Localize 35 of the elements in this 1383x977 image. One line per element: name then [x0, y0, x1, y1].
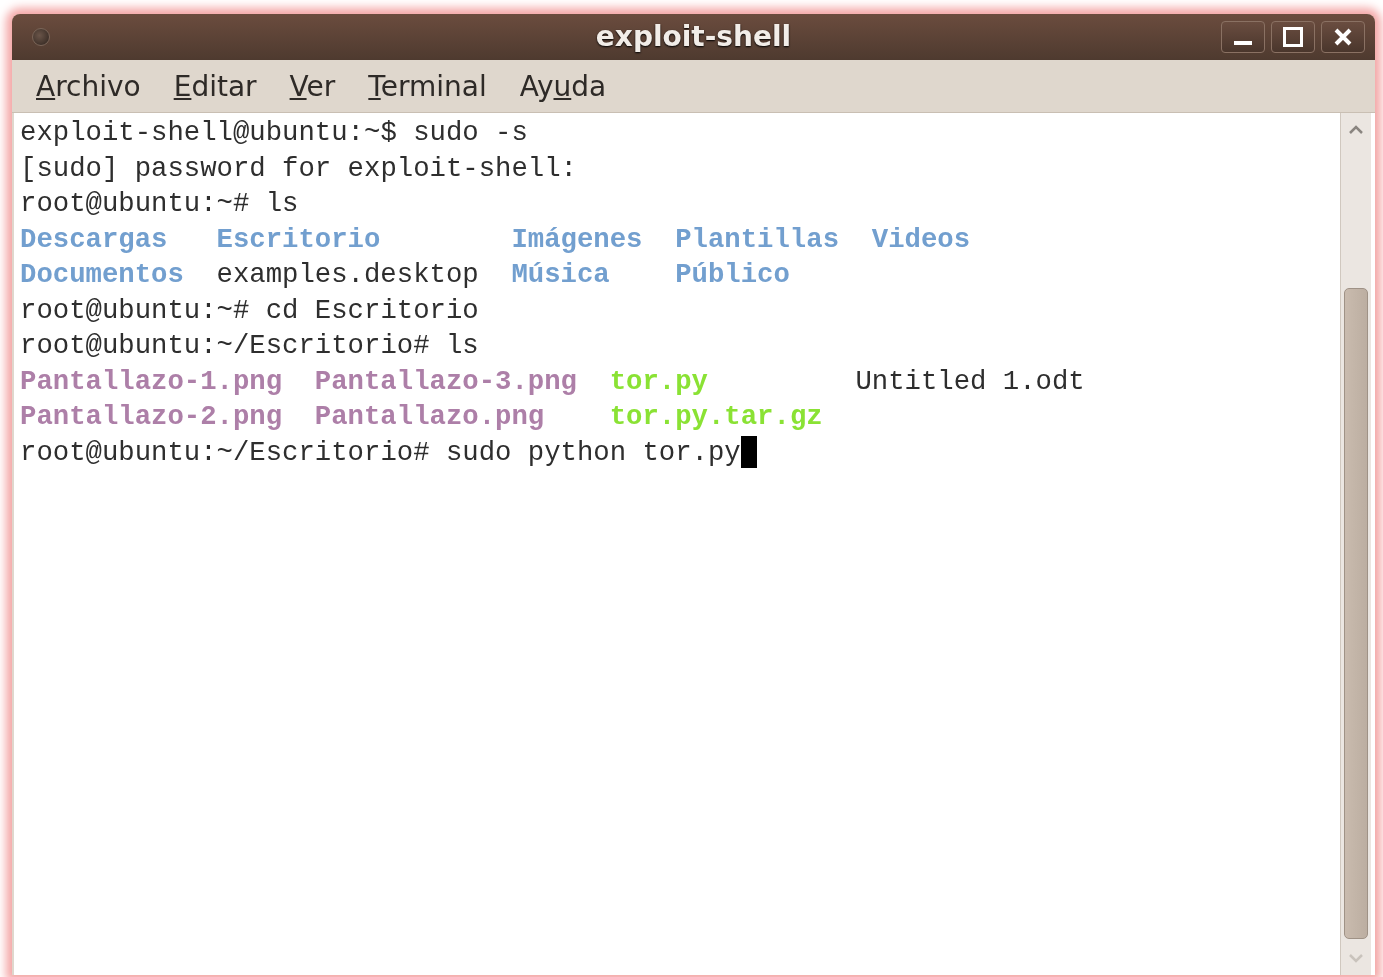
file-entry: Escritorio: [216, 222, 382, 257]
file-entry: tor.py: [609, 364, 709, 399]
file-entry: Pantallazo-3.png: [314, 364, 578, 399]
window-title: exploit-shell: [595, 20, 792, 53]
file-entry: tor.py.tar.gz: [609, 400, 824, 434]
file-entry: Documentos: [20, 258, 185, 292]
window-menu-icon[interactable]: [32, 28, 50, 46]
minimize-button[interactable]: [1221, 21, 1265, 53]
file-entry: Público: [675, 258, 791, 292]
maximize-button[interactable]: [1271, 21, 1315, 53]
file-entry: examples.desktop: [216, 258, 480, 292]
file-entry: Descargas: [20, 222, 169, 257]
menu-item[interactable]: Ayuda: [509, 65, 617, 107]
file-entry: Música: [511, 258, 611, 292]
terminal-line: root@ubuntu:~# ls: [20, 187, 299, 221]
scrollbar-thumb[interactable]: [1344, 287, 1368, 939]
menu-item[interactable]: Archivo: [26, 65, 151, 107]
file-entry: Pantallazo-1.png: [20, 364, 284, 399]
file-entry: Imágenes: [511, 222, 644, 257]
file-entry: Videos: [871, 222, 972, 257]
file-entry: Untitled 1.odt: [855, 364, 1086, 399]
terminal-line: [sudo] password for exploit-shell:: [20, 151, 577, 186]
menu-item[interactable]: Editar: [163, 65, 267, 107]
terminal-line: root@ubuntu:~/Escritorio# ls: [20, 329, 479, 363]
terminal-line: exploit-shell@ubuntu:~$ sudo -s: [20, 116, 528, 150]
file-entry: Pantallazo-2.png: [20, 400, 284, 434]
terminal-line: root@ubuntu:~# cd Escritorio: [20, 293, 479, 328]
menu-item[interactable]: Terminal: [358, 65, 497, 107]
file-entry: Pantallazo.png: [314, 400, 546, 434]
close-icon: [1333, 27, 1353, 47]
close-button[interactable]: [1321, 21, 1365, 53]
scrollbar[interactable]: [1340, 113, 1371, 975]
terminal-line: root@ubuntu:~/Escritorio# sudo python tor.py: [20, 435, 741, 470]
menu-item[interactable]: Ver: [279, 65, 346, 107]
file-entry: Plantillas: [675, 222, 840, 257]
